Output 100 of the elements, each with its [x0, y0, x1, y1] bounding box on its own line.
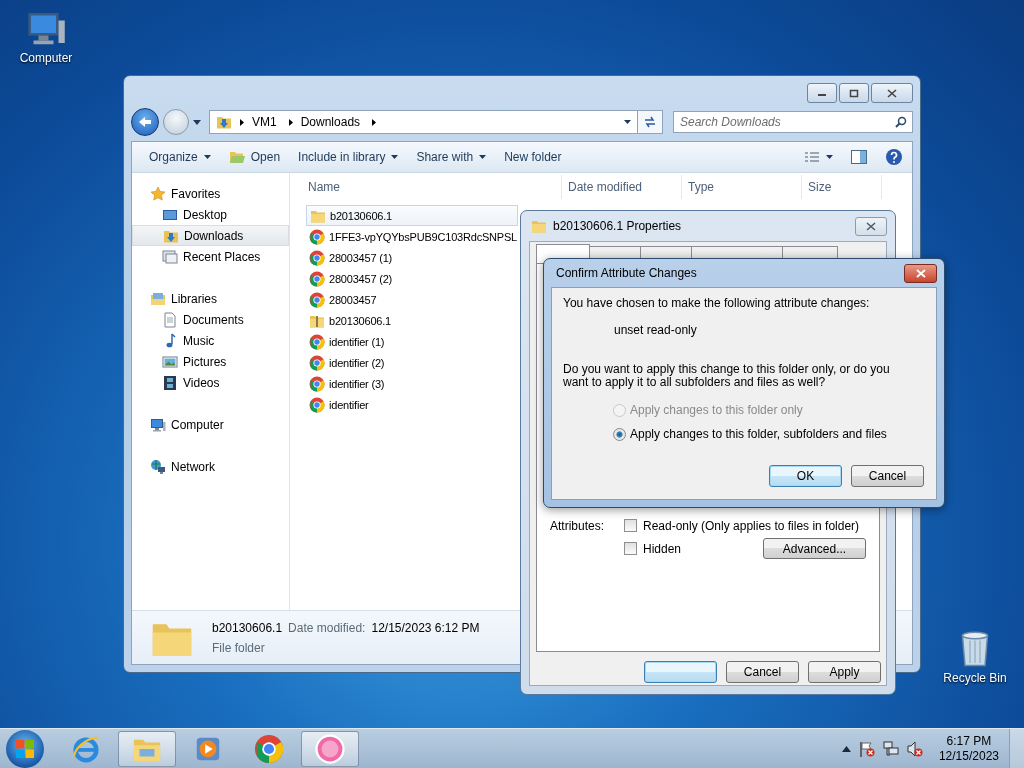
window-title: b20130606.1 Properties [553, 219, 682, 233]
caret-icon [826, 155, 833, 159]
toolbar-button[interactable]: Share with [407, 146, 496, 168]
chrome-icon [309, 354, 325, 371]
chrome-icon [309, 396, 325, 413]
search-field[interactable]: Search Downloads [673, 111, 913, 133]
file-row[interactable]: b20130606.1 [306, 310, 518, 331]
flag-icon[interactable] [858, 740, 875, 757]
pictures-icon [162, 353, 178, 370]
toolbar-button[interactable]: Organize [140, 146, 220, 168]
muted-speaker-icon[interactable] [906, 740, 923, 757]
download-folder-icon [216, 114, 232, 130]
details-date: 12/15/2023 6:12 PM [371, 620, 480, 635]
chrome-icon [309, 249, 325, 266]
nav-item[interactable]: Videos [132, 372, 289, 393]
file-row[interactable]: identifier (2) [306, 352, 518, 373]
close-button[interactable] [871, 83, 913, 103]
dialog-button[interactable] [644, 661, 717, 683]
file-row[interactable]: b20130606.1 [306, 205, 518, 226]
network-icon[interactable] [882, 740, 899, 757]
change-text: unset read-only [613, 322, 698, 337]
network-icon [150, 458, 166, 475]
checkbox[interactable] [624, 519, 637, 532]
toolbar-button[interactable]: New folder [495, 146, 571, 168]
clock-date[interactable]: 12/15/2023 [938, 748, 999, 764]
windows-logo-icon [15, 738, 35, 759]
help-icon [885, 148, 903, 166]
file-row[interactable]: identifier [306, 394, 518, 415]
restore-icon [849, 88, 859, 98]
nav-item[interactable]: Documents [132, 309, 289, 330]
address-bar[interactable]: VM1 Downloads [209, 110, 638, 134]
column-header[interactable]: Date modified [562, 175, 682, 199]
file-row[interactable]: identifier (1) [306, 331, 518, 352]
document-icon [162, 311, 178, 328]
nav-item[interactable]: Desktop [132, 204, 289, 225]
chrome-icon [254, 733, 284, 764]
column-header[interactable]: Size [802, 175, 882, 199]
refresh-icon [643, 116, 657, 128]
dialog-button[interactable]: Cancel [851, 465, 924, 487]
file-row[interactable]: 28003457 (1) [306, 247, 518, 268]
arrow-icon [372, 118, 377, 126]
nav-item[interactable]: Pictures [132, 351, 289, 372]
clock-time[interactable]: 6:17 PM [946, 733, 992, 749]
checkbox-label: Hidden [643, 541, 682, 556]
details-label: Date modified: [288, 620, 366, 635]
nav-item[interactable]: Favorites [132, 183, 289, 204]
checkbox[interactable] [624, 542, 637, 555]
caret-icon[interactable] [193, 119, 201, 125]
taskbar-button[interactable] [118, 730, 176, 767]
minimize-button[interactable] [807, 83, 837, 103]
nav-item[interactable]: Network [132, 456, 289, 477]
folder-icon [531, 218, 547, 234]
file-row[interactable]: 1FFE3-vpYQYbsPUB9C103RdcSNPSL [306, 226, 518, 247]
taskbar-button[interactable] [301, 730, 359, 767]
start-button[interactable] [6, 729, 44, 768]
dialog-button[interactable]: Apply [808, 661, 881, 683]
star-icon [150, 185, 166, 202]
nav-item[interactable]: Libraries [132, 288, 289, 309]
list-view-icon [804, 151, 820, 163]
caret-icon [479, 155, 487, 159]
nav-item[interactable]: Computer [132, 414, 289, 435]
column-header[interactable]: Type [682, 175, 802, 199]
close-button[interactable] [904, 263, 937, 283]
library-icon [150, 290, 166, 307]
dialog-button[interactable]: OK [769, 465, 842, 487]
chrome-icon [309, 291, 325, 308]
toolbar-button[interactable]: Include in library [289, 146, 408, 168]
back-arrow-icon [138, 116, 152, 128]
file-row[interactable]: 28003457 [306, 289, 518, 310]
message-text: You have chosen to make the following attribute changes: [563, 296, 871, 310]
desktop-icon-label[interactable]: Computer [19, 51, 73, 65]
file-row[interactable]: identifier (3) [306, 373, 518, 394]
chrome-icon [309, 333, 325, 350]
back-button[interactable] [131, 108, 159, 136]
attributes-label: Attributes: [550, 518, 606, 533]
recent-places-icon [162, 248, 178, 265]
radio-button[interactable] [613, 427, 626, 441]
column-header[interactable]: Name [290, 175, 562, 199]
restore-button[interactable] [839, 83, 869, 103]
arrow-icon [240, 118, 244, 126]
close-icon [915, 268, 926, 278]
file-row[interactable]: 28003457 (2) [306, 268, 518, 289]
close-icon [887, 88, 897, 98]
close-icon [866, 221, 876, 231]
window-title: Confirm Attribute Changes [556, 266, 697, 280]
nav-item[interactable]: Music [132, 330, 289, 351]
advanced-button[interactable]: Advanced... [763, 538, 866, 559]
caret-icon [624, 120, 631, 124]
close-button[interactable] [855, 216, 887, 236]
ring-icon [315, 733, 345, 764]
toolbar-button[interactable]: Open [219, 145, 290, 169]
desktop-icon-label[interactable]: Recycle Bin [943, 671, 1007, 685]
nav-item[interactable]: Downloads [132, 225, 289, 246]
pane-icon [851, 150, 867, 164]
show-hidden-icons-icon[interactable] [841, 745, 851, 752]
details-name: b20130606.1 [212, 620, 283, 635]
dialog-button[interactable]: Cancel [726, 661, 799, 683]
nav-item[interactable]: Recent Places [132, 246, 289, 267]
chrome-icon [309, 270, 325, 287]
refresh-button[interactable] [637, 110, 663, 134]
